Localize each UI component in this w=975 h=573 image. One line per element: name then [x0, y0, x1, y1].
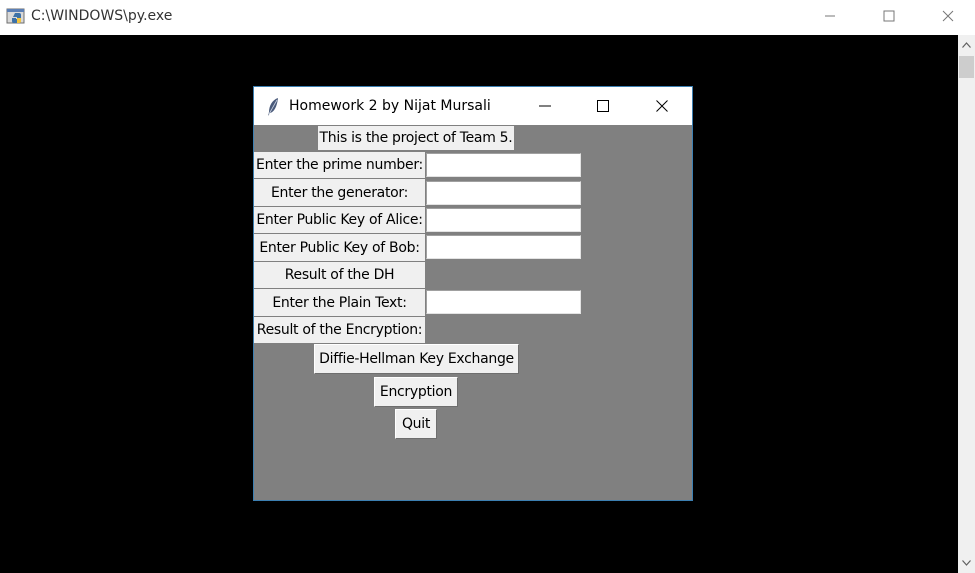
minimize-icon — [825, 15, 835, 17]
alice-public-key-label: Enter Public Key of Alice: — [254, 207, 425, 233]
tk-close-button[interactable] — [633, 87, 691, 125]
dh-result-label: Result of the DH — [254, 262, 425, 288]
tk-window: Homework 2 by Nijat Mursali This is the … — [253, 86, 693, 501]
minimize-button[interactable] — [800, 0, 860, 32]
console-window-title: C:\WINDOWS\py.exe — [31, 8, 173, 24]
tk-feather-icon — [268, 98, 278, 116]
scroll-up-button[interactable] — [958, 35, 975, 55]
prime-number-label: Enter the prime number: — [254, 152, 425, 178]
close-icon — [656, 100, 668, 112]
scroll-down-icon — [962, 560, 971, 566]
tk-minimize-button[interactable] — [516, 87, 574, 125]
close-button[interactable] — [918, 0, 975, 32]
close-icon — [942, 10, 954, 22]
bob-public-key-label: Enter Public Key of Bob: — [254, 234, 425, 261]
plain-text-input[interactable] — [426, 290, 581, 314]
generator-input[interactable] — [426, 181, 581, 205]
bob-public-key-input[interactable] — [426, 235, 581, 259]
tk-titlebar: Homework 2 by Nijat Mursali — [254, 87, 692, 125]
maximize-icon — [597, 100, 609, 112]
encryption-result-label: Result of the Encryption: — [254, 317, 425, 343]
encryption-button[interactable]: Encryption — [374, 377, 458, 407]
generator-label: Enter the generator: — [254, 179, 425, 206]
alice-public-key-input[interactable] — [426, 208, 581, 232]
python-console-icon — [6, 8, 25, 24]
tk-window-title: Homework 2 by Nijat Mursali — [289, 98, 491, 114]
plain-text-label: Enter the Plain Text: — [254, 289, 425, 316]
maximize-button[interactable] — [859, 0, 919, 32]
console-titlebar: C:\WINDOWS\py.exe — [0, 0, 975, 35]
maximize-icon — [883, 10, 895, 22]
project-header-label: This is the project of Team 5. — [318, 126, 514, 150]
diffie-hellman-button[interactable]: Diffie-Hellman Key Exchange — [314, 344, 519, 374]
minimize-icon — [539, 105, 551, 107]
tk-content: This is the project of Team 5. Enter the… — [254, 125, 692, 500]
scroll-up-icon — [962, 42, 971, 48]
prime-number-input[interactable] — [426, 153, 581, 177]
quit-button[interactable]: Quit — [395, 409, 437, 439]
scroll-down-button[interactable] — [958, 553, 975, 573]
vertical-scrollbar[interactable] — [958, 35, 975, 573]
scroll-thumb[interactable] — [959, 56, 974, 78]
tk-maximize-button[interactable] — [574, 87, 632, 125]
